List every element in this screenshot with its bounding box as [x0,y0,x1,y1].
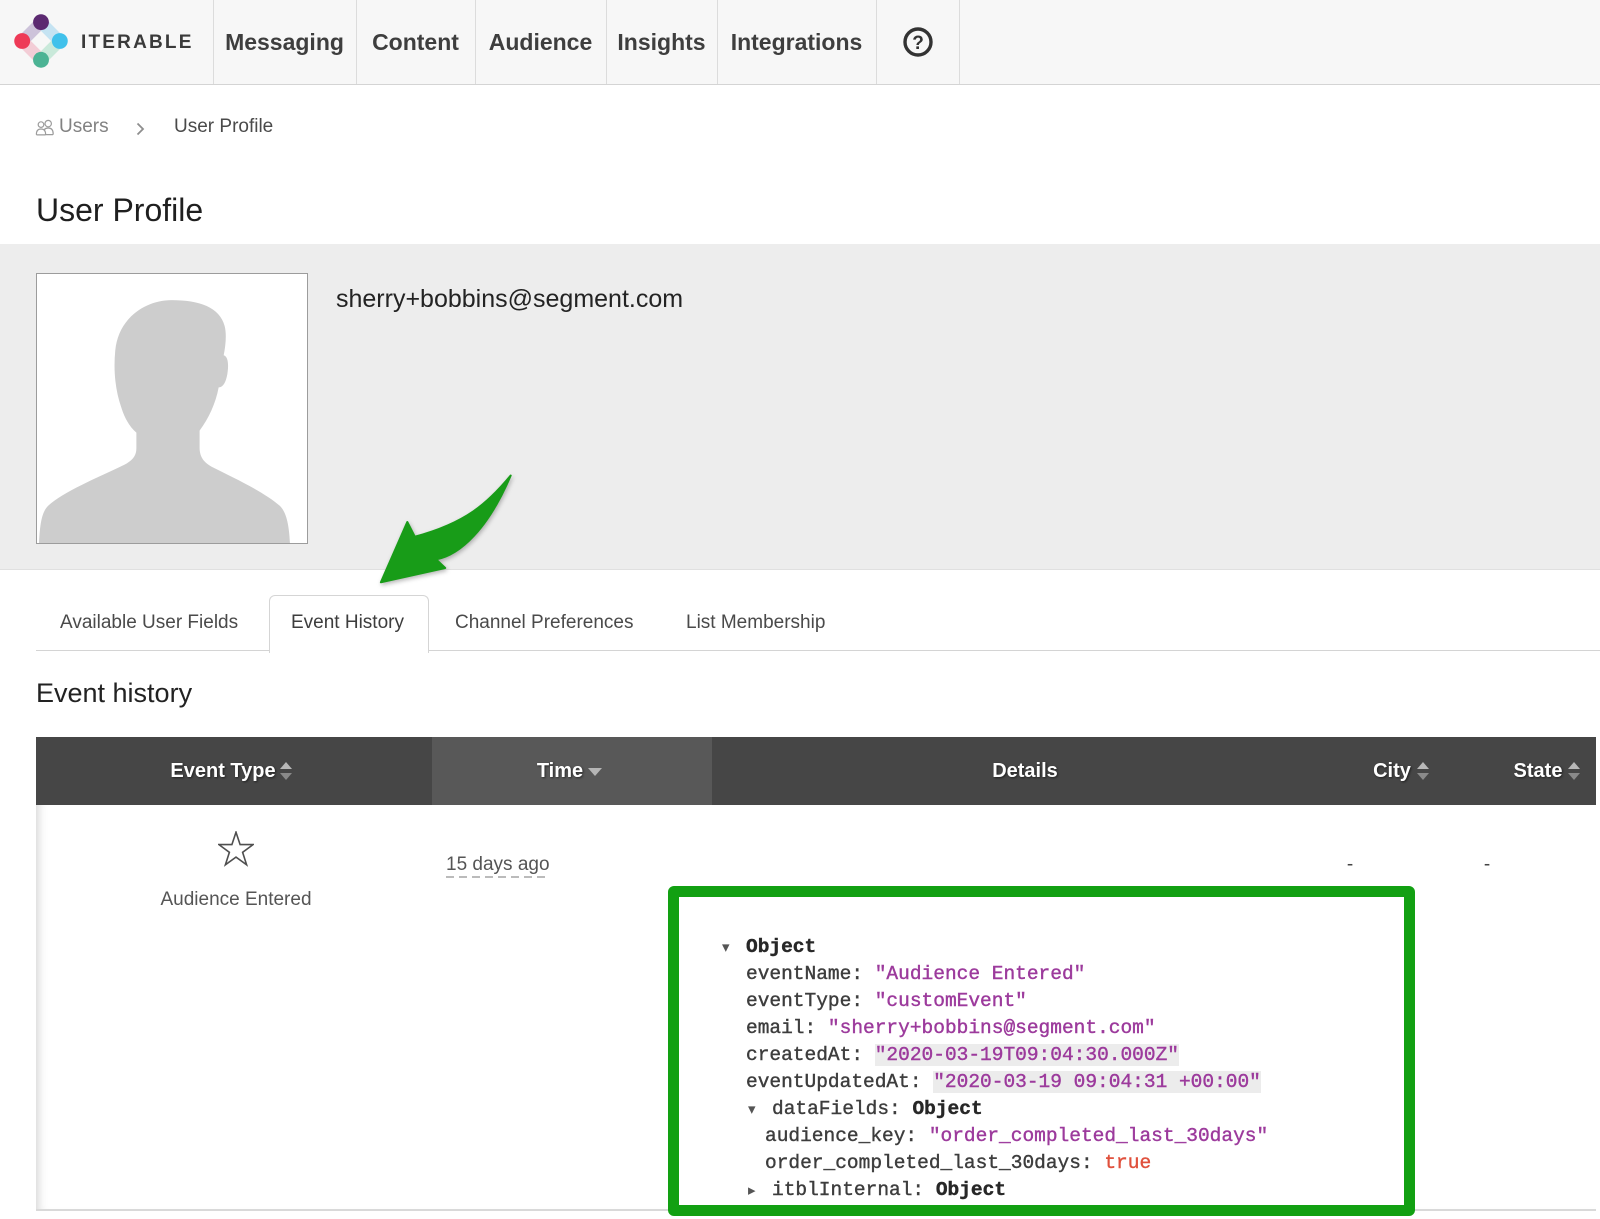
svg-text:?: ? [912,33,924,54]
